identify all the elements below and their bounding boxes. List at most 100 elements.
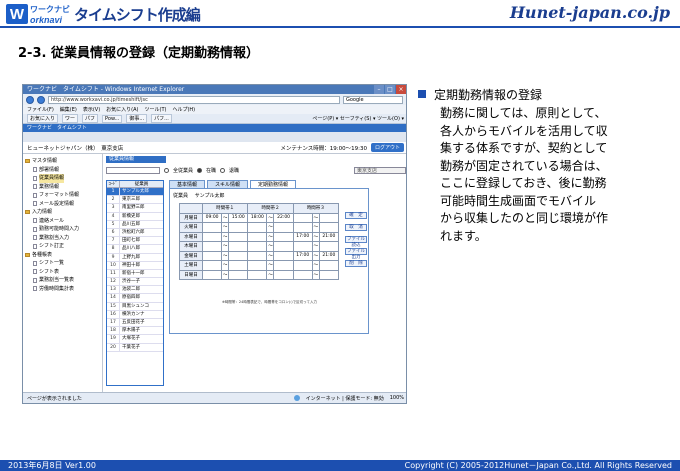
- sidebar-item[interactable]: 各種帳表: [25, 251, 100, 260]
- end-time-input[interactable]: [318, 222, 340, 233]
- branch-select[interactable]: 東京支店: [354, 166, 406, 174]
- end-time-input[interactable]: 15:00: [228, 212, 249, 223]
- fav-item[interactable]: 御事...: [126, 114, 148, 123]
- start-time-input[interactable]: [247, 241, 268, 252]
- tab-skill[interactable]: スキル情報: [207, 180, 249, 188]
- radio-all[interactable]: [164, 167, 169, 173]
- end-time-input[interactable]: [228, 250, 249, 261]
- forward-icon[interactable]: [37, 95, 45, 104]
- back-icon[interactable]: [26, 95, 34, 104]
- start-time-input[interactable]: [247, 231, 268, 242]
- employee-row[interactable]: 14 原宿四郎: [107, 294, 163, 303]
- end-time-input[interactable]: [273, 250, 294, 261]
- employee-row[interactable]: 19 大塚花子: [107, 335, 163, 344]
- sidebar-item[interactable]: 部署情報: [25, 166, 100, 175]
- delete-button[interactable]: 削 除: [345, 260, 367, 267]
- sidebar-item[interactable]: 業務割当一覧表: [25, 276, 100, 285]
- search-field[interactable]: Google: [343, 95, 403, 104]
- start-time-input[interactable]: [201, 222, 223, 233]
- sidebar-item[interactable]: シフト表: [25, 268, 100, 277]
- menu-edit[interactable]: 編集(E): [60, 106, 77, 113]
- sidebar-item[interactable]: シフト一覧: [25, 259, 100, 268]
- end-time-input[interactable]: [228, 222, 249, 233]
- end-time-input[interactable]: [318, 269, 340, 280]
- command-bar[interactable]: ページ(P) ▾ セーフティ(S) ▾ ツール(O) ▾: [310, 115, 406, 122]
- employee-row[interactable]: 17 五反田花子: [107, 319, 163, 328]
- employee-row[interactable]: 10 神田十郎: [107, 261, 163, 270]
- end-time-input[interactable]: [228, 260, 249, 271]
- employee-row[interactable]: 11 新宿十一郎: [107, 269, 163, 279]
- sidebar-item[interactable]: メール設定情報: [25, 200, 100, 209]
- employee-search-input[interactable]: [106, 166, 160, 174]
- zoom-level[interactable]: 100%: [390, 395, 404, 401]
- tab-regular-schedule[interactable]: 定期勤務情報: [250, 180, 297, 188]
- sidebar-item[interactable]: 労働時間集計表: [25, 285, 100, 294]
- sidebar-item[interactable]: 業務情報: [25, 183, 100, 192]
- start-time-input[interactable]: 09:00: [201, 212, 223, 223]
- end-time-input[interactable]: [228, 269, 249, 280]
- start-time-input[interactable]: [201, 231, 223, 242]
- menu-tools[interactable]: ツール(T): [145, 106, 167, 113]
- start-time-input[interactable]: 18:00: [247, 212, 268, 223]
- employee-row[interactable]: 16 横浜カンナ: [107, 310, 163, 319]
- end-time-input[interactable]: 22:00: [273, 212, 294, 223]
- end-time-input[interactable]: 21:00: [318, 250, 340, 261]
- menu-favorites[interactable]: お気に入り(A): [106, 106, 138, 113]
- tab-basic[interactable]: 基本情報: [169, 180, 206, 188]
- url-field[interactable]: http://www.workxavi.co.jp/timeshift/jsc: [48, 95, 340, 104]
- start-time-input[interactable]: [247, 260, 268, 271]
- sidebar-item[interactable]: 入力情報: [25, 208, 100, 217]
- end-time-input[interactable]: [228, 241, 249, 252]
- employee-row[interactable]: 1 サンプル太郎: [107, 188, 163, 197]
- start-time-input[interactable]: [247, 269, 268, 280]
- logout-button[interactable]: ログアウト: [370, 143, 404, 152]
- start-time-input[interactable]: [292, 222, 313, 233]
- employee-row[interactable]: 20 千葉花子: [107, 343, 163, 352]
- sidebar-item[interactable]: マスタ情報: [25, 157, 100, 166]
- maximize-icon[interactable]: □: [385, 85, 395, 94]
- employee-row[interactable]: 6 浜松町六郎: [107, 228, 163, 238]
- employee-row[interactable]: 15 目黒シュンコ: [107, 302, 163, 311]
- end-time-input[interactable]: [273, 269, 294, 280]
- start-time-input[interactable]: [247, 222, 268, 233]
- employee-row[interactable]: 4 新橋史郎: [107, 212, 163, 221]
- start-time-input[interactable]: [292, 260, 313, 271]
- start-time-input[interactable]: [201, 241, 223, 252]
- fav-item[interactable]: パフ: [82, 114, 99, 123]
- sidebar-item[interactable]: フォーマット情報: [25, 191, 100, 200]
- radio-retired[interactable]: [220, 167, 226, 173]
- minimize-icon[interactable]: –: [374, 85, 384, 94]
- employee-row[interactable]: 8 品川八郎: [107, 245, 163, 254]
- employee-row[interactable]: 9 上野九郎: [107, 253, 163, 262]
- fav-item[interactable]: パフ...: [151, 114, 172, 123]
- end-time-input[interactable]: [273, 241, 294, 252]
- sidebar-item[interactable]: 連絡メール: [25, 217, 100, 226]
- sidebar-item[interactable]: 業務割当入力: [25, 234, 100, 243]
- close-icon[interactable]: ×: [396, 85, 406, 94]
- file-import-button[interactable]: ファイル読込: [345, 236, 367, 248]
- end-time-input[interactable]: [318, 241, 340, 252]
- start-time-input[interactable]: [292, 241, 313, 252]
- end-time-input[interactable]: [318, 260, 340, 271]
- start-time-input[interactable]: [201, 250, 223, 261]
- end-time-input[interactable]: 21:00: [318, 231, 340, 242]
- end-time-input[interactable]: [318, 212, 340, 223]
- start-time-input[interactable]: 17:00: [292, 231, 313, 242]
- favorites-button[interactable]: お気に入り: [27, 114, 59, 123]
- fav-item[interactable]: Pow...: [102, 114, 123, 123]
- employee-row[interactable]: 2 東京三郎: [107, 196, 163, 205]
- start-time-input[interactable]: [247, 250, 268, 261]
- sidebar-item[interactable]: シフト訂正: [25, 242, 100, 251]
- start-time-input[interactable]: [201, 269, 223, 280]
- employee-row[interactable]: 3 南里野三郎: [107, 204, 163, 213]
- start-time-input[interactable]: [292, 212, 313, 223]
- end-time-input[interactable]: [273, 222, 294, 233]
- radio-active[interactable]: [197, 167, 203, 173]
- employee-row[interactable]: 12 渋谷一子: [107, 278, 163, 287]
- menu-view[interactable]: 表示(V): [83, 106, 100, 113]
- employee-row[interactable]: 18 厚木陽子: [107, 327, 163, 336]
- menu-file[interactable]: ファイル(F): [27, 106, 54, 113]
- employee-row[interactable]: 5 品川五郎: [107, 220, 163, 229]
- employee-row[interactable]: 7 田町七郎: [107, 237, 163, 246]
- sidebar-item[interactable]: 従業員情報: [25, 174, 100, 183]
